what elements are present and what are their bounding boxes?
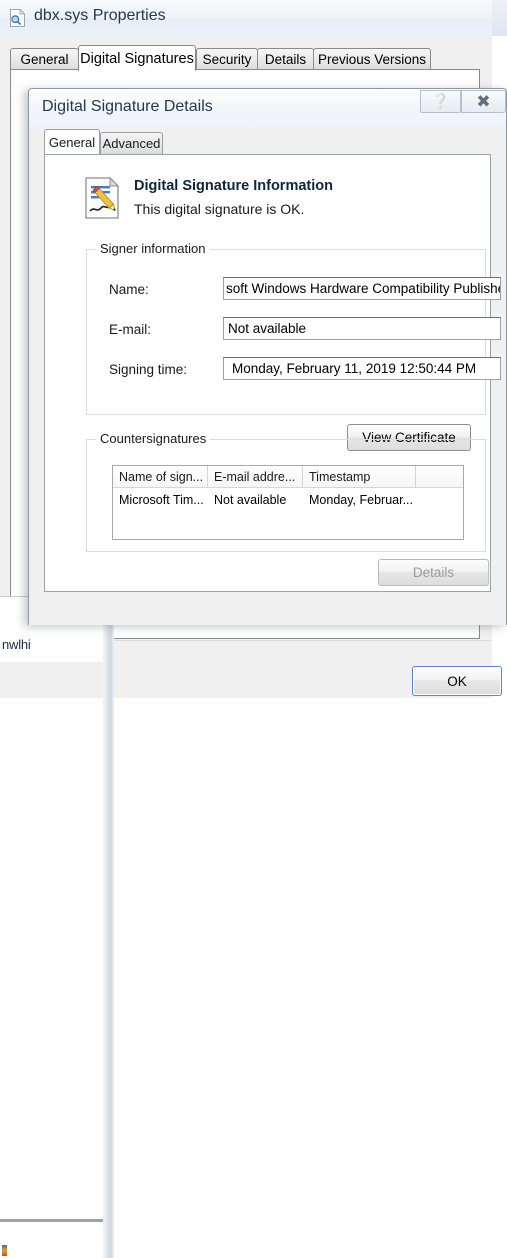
column-header-name[interactable]: Name of sign... xyxy=(113,466,208,488)
background-color-icon xyxy=(2,1245,7,1256)
close-glyph: ✖ xyxy=(476,92,491,111)
signer-information-legend: Signer information xyxy=(96,241,210,256)
tab-general[interactable]: General xyxy=(10,48,79,70)
signature-dialog-body: General Advanced Digital Signature Infor… xyxy=(29,129,506,625)
tab-general-label: General xyxy=(20,52,69,67)
tab-details[interactable]: Details xyxy=(257,48,314,70)
name-field[interactable]: soft Windows Hardware Compatibility Publ… xyxy=(223,277,501,300)
column-header-timestamp[interactable]: Timestamp xyxy=(303,466,416,488)
tab-security[interactable]: Security xyxy=(196,48,258,70)
background-divider-line xyxy=(0,1219,103,1222)
help-glyph: ❔ xyxy=(431,93,450,110)
name-label: Name: xyxy=(109,282,149,297)
details-button[interactable]: Details xyxy=(378,559,489,586)
tab-security-label: Security xyxy=(202,52,252,67)
properties-titlebar: dbx.sys Properties xyxy=(0,0,492,36)
signature-info-heading: Digital Signature Information xyxy=(134,178,333,194)
countersignatures-legend: Countersignatures xyxy=(96,431,211,446)
signature-tab-advanced[interactable]: Advanced xyxy=(100,132,163,154)
signing-time-label: Signing time: xyxy=(109,362,188,377)
signature-tab-general-label: General xyxy=(48,134,96,150)
background-bottom-left-text: nwlhi xyxy=(2,637,31,652)
ok-button-label: OK xyxy=(447,673,467,689)
email-field[interactable]: Not available xyxy=(223,317,501,340)
signing-time-field[interactable]: Monday, February 11, 2019 12:50:44 PM xyxy=(223,357,501,380)
signature-tab-advanced-label: Advanced xyxy=(102,136,161,151)
signature-dialog-titlebar: Digital Signature Details ❔ ✖ xyxy=(29,89,506,129)
tab-previous-versions[interactable]: Previous Versions xyxy=(313,48,431,70)
column-header-email[interactable]: E-mail addre... xyxy=(208,466,303,488)
close-x-icon[interactable]: ✖ xyxy=(461,90,506,113)
countersignatures-header-row: Name of sign... E-mail addre... Timestam… xyxy=(113,466,463,488)
help-question-icon[interactable]: ❔ xyxy=(420,90,461,113)
column-header-blank[interactable] xyxy=(416,466,463,488)
tab-digital-signatures[interactable]: Digital Signatures xyxy=(78,45,196,71)
cell-name: Microsoft Tim... xyxy=(119,493,204,507)
signing-time-field-value: Monday, February 11, 2019 12:50:44 PM xyxy=(232,361,477,376)
details-button-label: Details xyxy=(412,565,455,580)
signed-document-icon xyxy=(85,177,120,219)
background-scrollbar[interactable] xyxy=(103,597,114,1258)
countersignatures-group: Countersignatures Name of sign... E-mail… xyxy=(86,431,486,552)
email-field-value: Not available xyxy=(228,321,307,336)
digital-signature-details-dialog: Digital Signature Details ❔ ✖ General Ad… xyxy=(28,88,507,625)
ok-button[interactable]: OK xyxy=(412,666,502,696)
signature-dialog-title: Digital Signature Details xyxy=(42,98,213,115)
signature-status-text: This digital signature is OK. xyxy=(134,201,305,217)
tab-details-label: Details xyxy=(264,52,307,67)
signer-information-group: Signer information Name: soft Windows Ha… xyxy=(86,241,501,415)
signature-tab-general[interactable]: General xyxy=(44,129,100,154)
cell-timestamp: Monday, Februar... xyxy=(309,493,413,507)
email-label: E-mail: xyxy=(109,322,152,337)
name-field-value: soft Windows Hardware Compatibility Publ… xyxy=(226,281,501,296)
tab-digital-signatures-label: Digital Signatures xyxy=(80,50,194,67)
properties-window-title: dbx.sys Properties xyxy=(34,7,166,24)
countersignatures-listview[interactable]: Name of sign... E-mail addre... Timestam… xyxy=(112,465,464,540)
cell-email: Not available xyxy=(214,493,287,507)
tab-previous-versions-label: Previous Versions xyxy=(317,52,427,67)
file-search-icon xyxy=(10,9,26,27)
